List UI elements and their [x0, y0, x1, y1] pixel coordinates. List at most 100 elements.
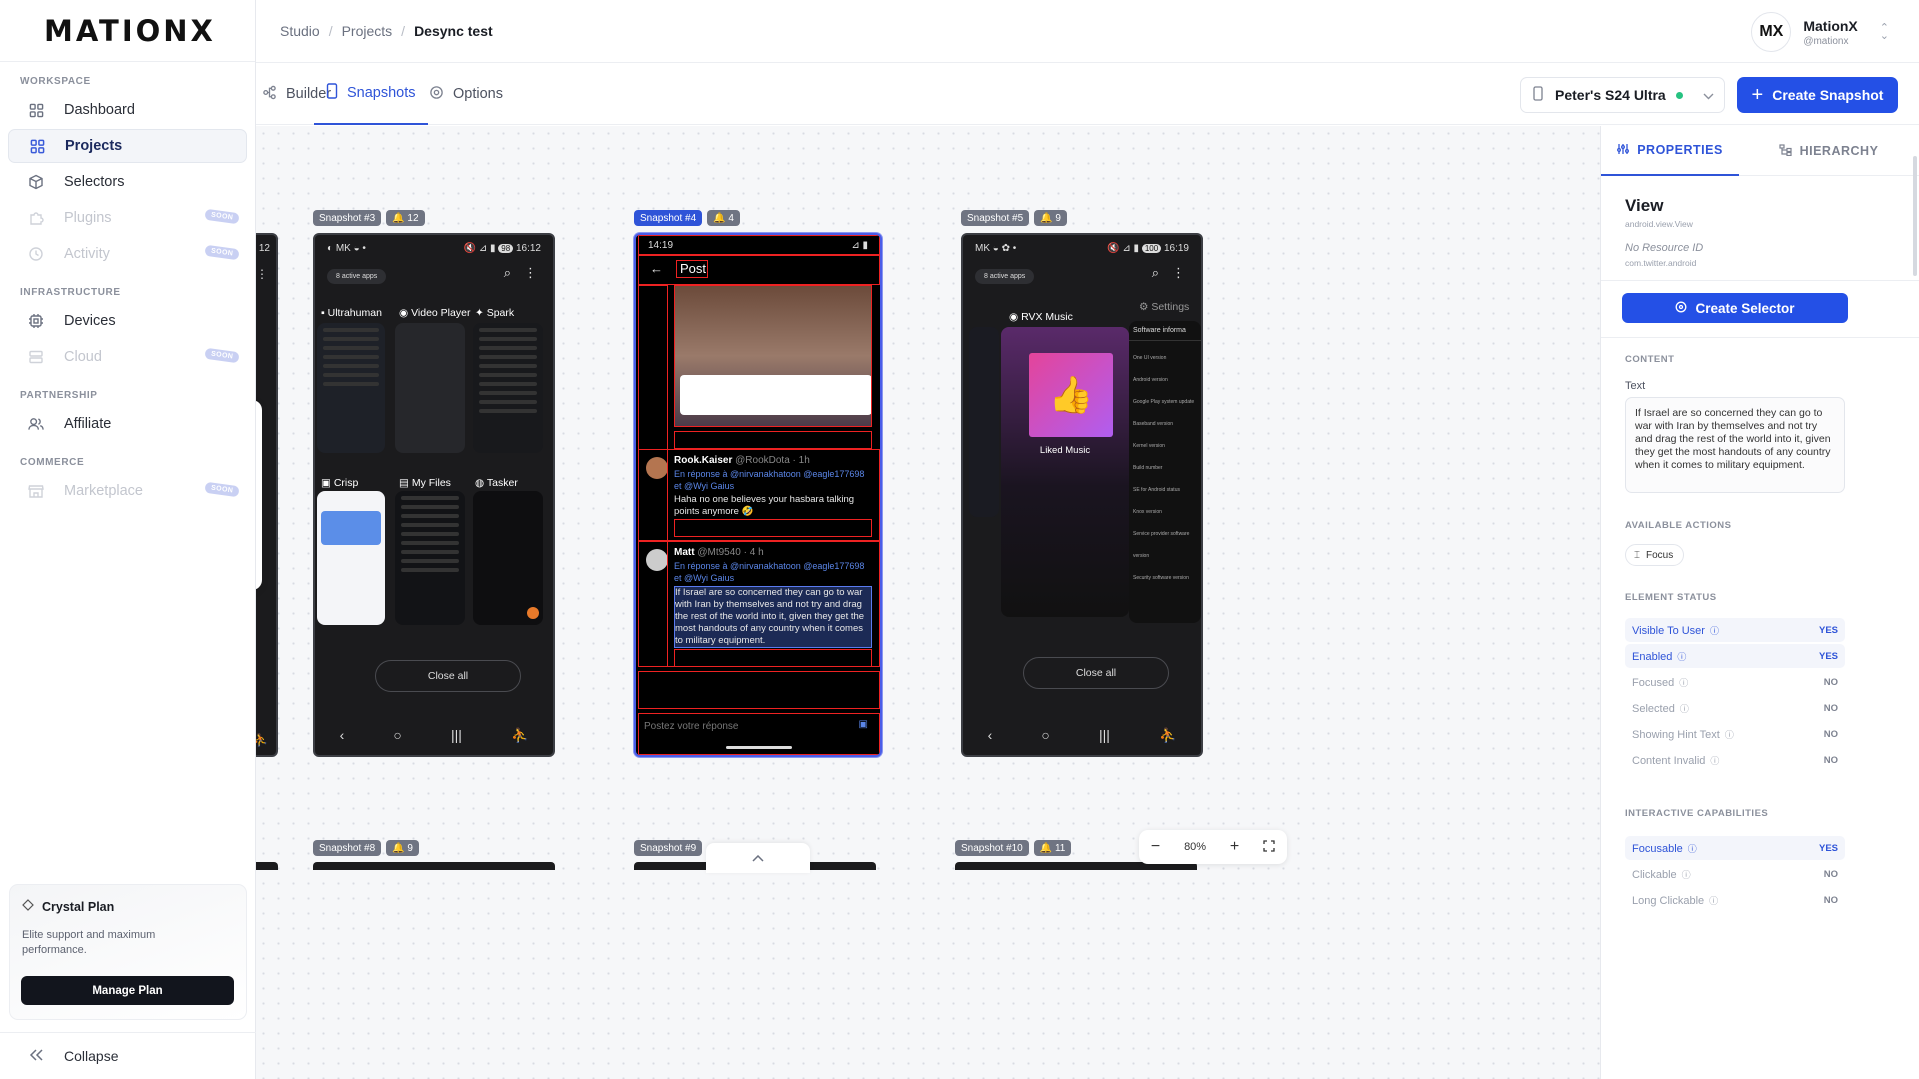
- snapshot-label[interactable]: Snapshot #8 🔔 9: [313, 840, 419, 856]
- app-card[interactable]: [395, 323, 465, 453]
- app-name: Settings: [1151, 301, 1190, 313]
- snapshot-label[interactable]: Snapshot #5 🔔 9: [961, 210, 1067, 226]
- accessibility-icon[interactable]: ⛹: [1159, 727, 1176, 744]
- breadcrumb-separator: /: [401, 23, 406, 39]
- back-icon[interactable]: ‹: [340, 727, 345, 743]
- active-apps-chip[interactable]: 8 active apps: [975, 265, 1035, 284]
- sidebar-item-label: Devices: [64, 313, 116, 329]
- tab-hierarchy[interactable]: HIERARCHY: [1741, 126, 1916, 176]
- create-snapshot-button[interactable]: + Create Snapshot: [1737, 77, 1898, 113]
- server-icon: [28, 349, 44, 365]
- snapshot-label[interactable]: Snapshot #3 🔔 12: [313, 210, 425, 226]
- panel-scrollbar[interactable]: [1913, 156, 1917, 276]
- zoom-in-icon[interactable]: +: [1230, 838, 1239, 856]
- close-all-button[interactable]: Close all: [375, 660, 521, 692]
- app-card[interactable]: [317, 491, 385, 625]
- image-icon[interactable]: ▣: [859, 719, 868, 730]
- app-card[interactable]: [969, 327, 999, 517]
- capability-clickable: Clickable ⓘ NO: [1625, 862, 1845, 886]
- snapshot-phone-8[interactable]: [313, 862, 555, 870]
- status-value: NO: [1823, 728, 1838, 740]
- info-icon[interactable]: ⓘ: [1688, 844, 1697, 854]
- fullscreen-icon[interactable]: [1263, 839, 1275, 855]
- snapshot-label[interactable]: Snapshot #10 🔔 11: [955, 840, 1072, 856]
- breadcrumb-separator: /: [328, 23, 333, 39]
- active-apps-label: 8 active apps: [975, 269, 1035, 284]
- close-all-button[interactable]: Close all: [1023, 657, 1169, 689]
- app-card[interactable]: [317, 323, 385, 453]
- status-showing-hint-text: Showing Hint Text ⓘ NO: [1625, 722, 1845, 746]
- bounds-box: [674, 519, 872, 537]
- home-icon[interactable]: ○: [1041, 727, 1049, 743]
- tab-label: PROPERTIES: [1637, 143, 1723, 157]
- gesture-bar: [726, 746, 792, 749]
- create-selector-button[interactable]: Create Selector: [1622, 293, 1848, 323]
- tab-label: Options: [453, 86, 503, 102]
- app-card[interactable]: Software informa One UI version Android …: [1129, 321, 1201, 623]
- logo[interactable]: MATIONX: [0, 0, 255, 62]
- soon-badge: SOON: [204, 347, 240, 364]
- sidebar-item-selectors[interactable]: Selectors: [8, 165, 247, 199]
- more-icon[interactable]: ⋮: [524, 265, 537, 281]
- sidebar-item-projects[interactable]: Projects: [8, 129, 247, 163]
- info-icon[interactable]: ⓘ: [1679, 678, 1688, 688]
- dashboard-icon: [28, 102, 44, 118]
- info-icon[interactable]: ⓘ: [1709, 896, 1718, 906]
- info-icon[interactable]: ⓘ: [1677, 652, 1686, 662]
- app-card[interactable]: 👍 Liked Music: [1001, 327, 1129, 617]
- info-icon[interactable]: ⓘ: [1710, 626, 1719, 636]
- battery: 100: [1141, 243, 1162, 253]
- snapshot-label[interactable]: Snapshot #4 🔔 4: [634, 210, 740, 226]
- home-icon[interactable]: ○: [393, 727, 401, 743]
- device-select[interactable]: Peter's S24 Ultra: [1520, 77, 1725, 113]
- tab-options[interactable]: Options: [417, 63, 515, 125]
- capability-long-clickable: Long Clickable ⓘ NO: [1625, 888, 1845, 912]
- capability-focusable: Focusable ⓘ YES: [1625, 836, 1845, 860]
- count-value: 9: [1055, 212, 1061, 224]
- more-icon[interactable]: ⋮: [1172, 265, 1185, 281]
- app-card[interactable]: [473, 491, 543, 625]
- settings-item: Security software version: [1133, 575, 1189, 581]
- zoom-out-icon[interactable]: −: [1151, 838, 1160, 856]
- tab-properties[interactable]: PROPERTIES: [1601, 126, 1739, 176]
- snapshot-phone-5[interactable]: MK ◒ ✿ • 🔇 ⊿ ▮ 100 16:19 8 active apps ⌕…: [961, 233, 1203, 757]
- snapshot-phone-3[interactable]: ◐ MK ◒ • 🔇 ⊿ ▮ 98 16:12 8 active apps ⌕ …: [313, 233, 555, 757]
- breadcrumb-projects[interactable]: Projects: [342, 23, 393, 39]
- info-icon[interactable]: ⓘ: [1725, 730, 1734, 740]
- expand-panel-button[interactable]: [706, 843, 810, 873]
- gem-icon: [22, 899, 34, 914]
- snapshot-phone-partial[interactable]: [256, 862, 278, 870]
- sidebar-item-devices[interactable]: Devices: [8, 304, 247, 338]
- projects-icon: [29, 138, 45, 154]
- info-icon[interactable]: ⓘ: [1710, 756, 1719, 766]
- text-field[interactable]: If Israel are so concerned they can go t…: [1625, 397, 1845, 493]
- puzzle-icon: [28, 210, 44, 226]
- search-icon[interactable]: ⌕: [1152, 265, 1159, 281]
- tab-snapshots[interactable]: Snapshots: [314, 63, 428, 125]
- recents-icon[interactable]: |||: [1099, 727, 1110, 743]
- user-menu[interactable]: MX MationX @mationx ⌃ ⌄: [1751, 12, 1889, 52]
- action-label: Focus: [1646, 549, 1674, 561]
- snapshot-phone-4[interactable]: 14:19 ⊿ ▮ ← Post Rook.Kaiser @RookDota ·…: [634, 233, 882, 757]
- manage-plan-button[interactable]: Manage Plan: [21, 976, 234, 1005]
- sidebar-item-dashboard[interactable]: Dashboard: [8, 93, 247, 127]
- app-name: My Files: [411, 477, 451, 489]
- collapse-button[interactable]: Collapse: [0, 1032, 256, 1079]
- breadcrumb-studio[interactable]: Studio: [280, 23, 320, 39]
- sidebar-item-affiliate[interactable]: Affiliate: [8, 407, 247, 441]
- action-focus[interactable]: ⌶ Focus: [1625, 544, 1685, 566]
- snapshot-canvas[interactable]: 12 ⋮ ⛹ Snapshot #3 🔔 12 ◐ MK ◒ • 🔇 ⊿ ▮ 9…: [256, 126, 1600, 1079]
- app-card[interactable]: [473, 323, 543, 453]
- accessibility-icon[interactable]: ⛹: [511, 727, 528, 744]
- back-icon[interactable]: ‹: [988, 727, 993, 743]
- info-icon[interactable]: ⓘ: [1682, 870, 1691, 880]
- info-icon[interactable]: ⓘ: [1680, 704, 1689, 714]
- search-icon[interactable]: ⌕: [504, 265, 511, 281]
- app-card[interactable]: [395, 491, 465, 625]
- snapshot-count: 🔔 4: [707, 210, 740, 226]
- recents-icon[interactable]: |||: [451, 727, 462, 743]
- reply-input[interactable]: Postez votre réponse: [644, 721, 739, 732]
- active-apps-chip[interactable]: 8 active apps: [327, 265, 387, 284]
- snapshot-label[interactable]: Snapshot #9: [634, 840, 707, 856]
- app-preview: [395, 496, 465, 572]
